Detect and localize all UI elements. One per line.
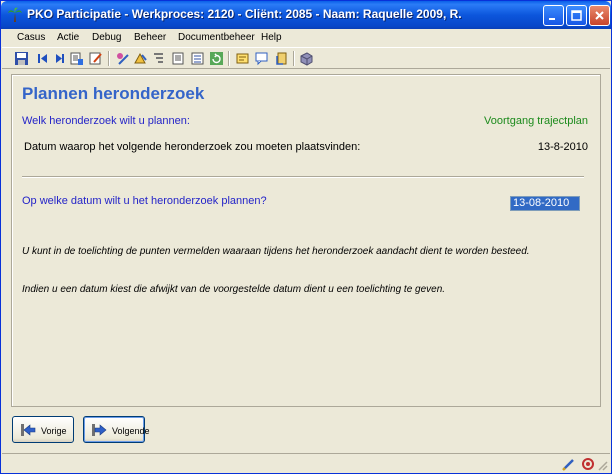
title-bar[interactable]: PKO Participatie - Werkproces: 2120 - Cl… <box>1 1 611 29</box>
menu-documentbeheer[interactable]: Documentbeheer <box>178 32 255 43</box>
proposed-date-value: 13-8-2010 <box>537 141 588 153</box>
content-panel: Plannen heronderzoek Welk heronderzoek w… <box>11 74 601 407</box>
comment-icon[interactable] <box>254 51 269 66</box>
page-title: Plannen heronderzoek <box>22 84 205 103</box>
question-date-label: Op welke datum wilt u het heronderzoek p… <box>22 195 267 207</box>
progress-plan-link[interactable]: Voortgang trajectplan <box>484 115 588 127</box>
question-which-label: Welk heronderzoek wilt u plannen: <box>22 115 190 127</box>
edit-document-icon[interactable] <box>115 51 130 66</box>
close-button[interactable] <box>589 5 610 26</box>
maximize-button[interactable] <box>566 5 587 26</box>
divider <box>22 176 584 178</box>
window-title: PKO Participatie - Werkproces: 2120 - Cl… <box>27 7 462 21</box>
next-button[interactable]: Volgende <box>83 416 150 443</box>
menu-bar: Casus Actie Debug Beheer Documentbeheer … <box>2 29 610 47</box>
status-bar <box>2 453 610 473</box>
toolbar-separator <box>293 51 295 66</box>
proposed-date-label: Datum waarop het volgende heronderzoek z… <box>24 141 361 153</box>
sort-icon[interactable] <box>151 51 166 66</box>
menu-casus[interactable]: Casus <box>17 32 45 43</box>
list-icon[interactable] <box>190 51 205 66</box>
note-icon[interactable] <box>235 51 250 66</box>
about-icon[interactable] <box>299 51 314 66</box>
note-explanation: U kunt in de toelichting de punten verme… <box>22 246 530 257</box>
plan-date-input[interactable]: 13-08-2010 <box>510 196 580 211</box>
toolbar-separator <box>228 51 230 66</box>
toolbar <box>2 47 610 69</box>
close-icon <box>595 11 604 20</box>
minimize-icon <box>549 18 555 20</box>
menu-actie[interactable]: Actie <box>57 32 79 43</box>
application-window: PKO Participatie - Werkproces: 2120 - Cl… <box>0 0 612 474</box>
previous-button-label: Vorige <box>41 426 67 436</box>
maximize-icon <box>571 10 582 21</box>
previous-record-icon[interactable] <box>52 51 67 66</box>
next-icon <box>92 424 107 436</box>
previous-icon <box>21 424 36 436</box>
minimize-button[interactable] <box>543 5 564 26</box>
menu-debug[interactable]: Debug <box>92 32 121 43</box>
menu-help[interactable]: Help <box>261 32 282 43</box>
first-record-icon[interactable] <box>35 51 50 66</box>
settings-icon[interactable] <box>580 456 596 472</box>
users-icon[interactable] <box>133 51 148 66</box>
resize-grip-icon[interactable] <box>596 459 608 471</box>
filter-icon[interactable] <box>171 51 186 66</box>
palm-tree-icon <box>8 7 22 22</box>
menu-beheer[interactable]: Beheer <box>134 32 166 43</box>
edit-pen-icon[interactable] <box>561 456 577 472</box>
attach-icon[interactable] <box>274 51 289 66</box>
save-icon[interactable] <box>14 51 29 66</box>
toolbar-separator <box>108 51 110 66</box>
next-record-icon[interactable] <box>69 51 84 66</box>
note-deviation: Indien u een datum kiest die afwijkt van… <box>22 284 446 295</box>
next-button-label: Volgende <box>112 426 150 436</box>
previous-button[interactable]: Vorige <box>12 416 74 443</box>
refresh-icon[interactable] <box>209 51 224 66</box>
edit-icon[interactable] <box>88 51 103 66</box>
